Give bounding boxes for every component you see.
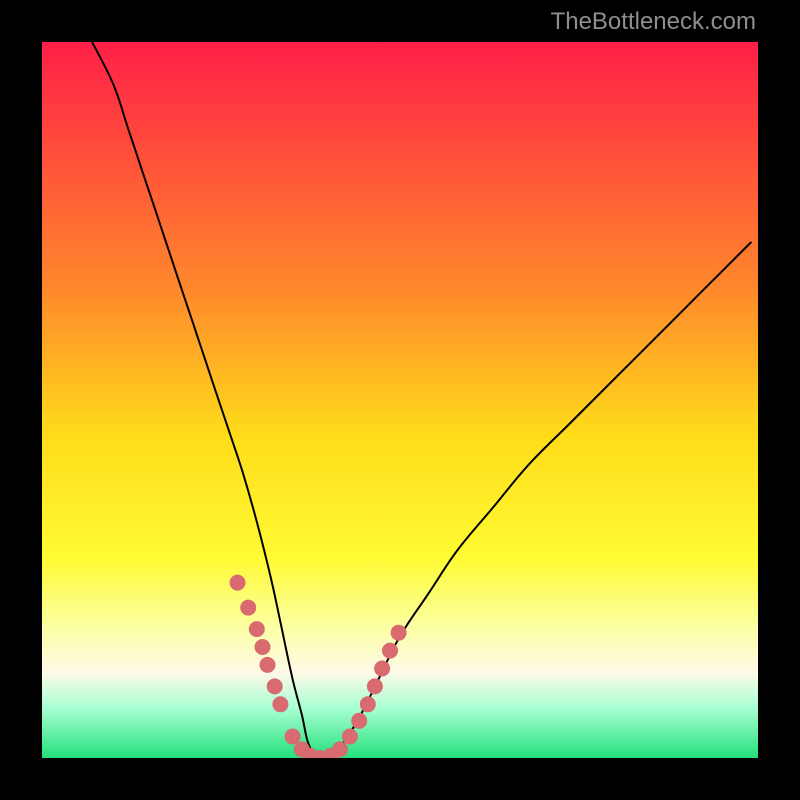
- marker-dot: [360, 696, 376, 712]
- marker-dot: [230, 575, 246, 591]
- marker-dot: [240, 600, 256, 616]
- plot-area: [42, 42, 758, 758]
- marker-dot: [255, 639, 271, 655]
- bottleneck-curve: [92, 42, 751, 758]
- chart-frame: TheBottleneck.com: [0, 0, 800, 800]
- marker-dot: [272, 696, 288, 712]
- marker-dot: [249, 621, 265, 637]
- marker-dot: [374, 661, 390, 677]
- marker-dot: [367, 678, 383, 694]
- watermark-text: TheBottleneck.com: [551, 8, 756, 36]
- marker-dot: [342, 729, 358, 745]
- marker-dot: [391, 625, 407, 641]
- marker-dot: [382, 643, 398, 659]
- marker-group: [230, 575, 407, 758]
- marker-dot: [351, 713, 367, 729]
- marker-dot: [260, 657, 276, 673]
- marker-dot: [267, 678, 283, 694]
- curve-layer: [42, 42, 758, 758]
- marker-dot: [332, 741, 348, 757]
- marker-dot: [285, 729, 301, 745]
